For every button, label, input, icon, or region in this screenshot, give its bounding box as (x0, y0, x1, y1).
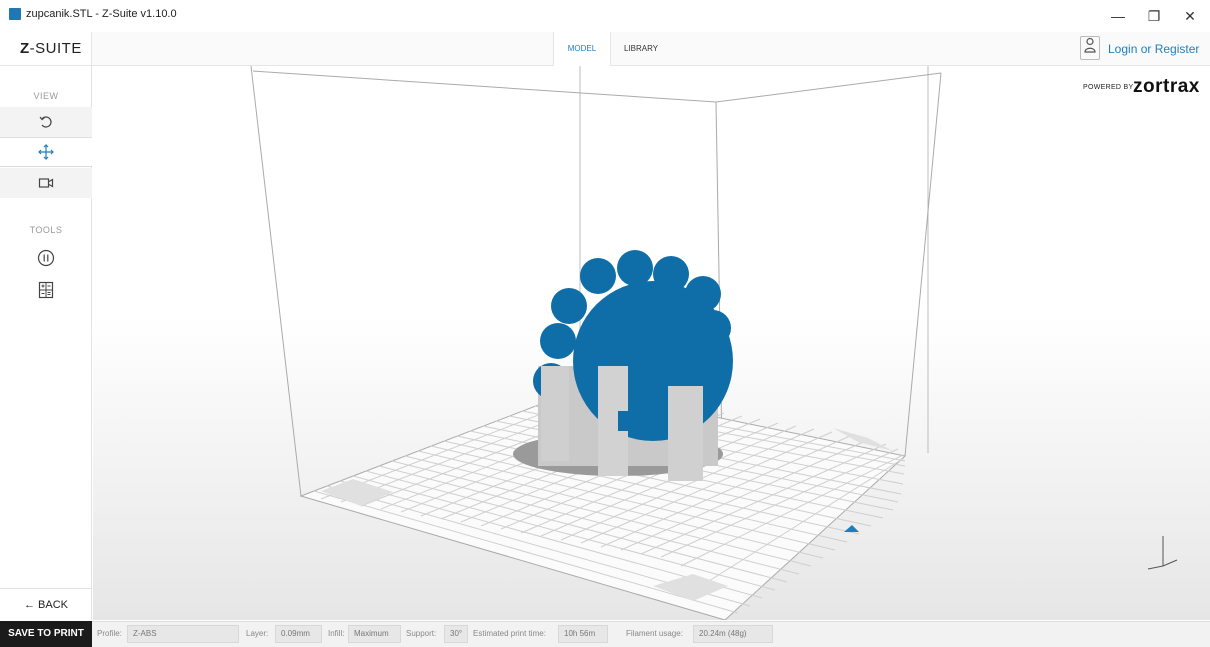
3d-viewport[interactable]: POWERED BY zortrax (93, 65, 1210, 621)
gear-model[interactable] (513, 250, 733, 481)
profile-field[interactable]: Z-ABS (127, 625, 239, 643)
title-bar: zupcanik.STL - Z-Suite v1.10.0 — ❐ ✕ (0, 0, 1210, 32)
camera-icon (38, 178, 54, 188)
minimize-button[interactable]: — (1102, 5, 1134, 27)
app-icon[interactable] (9, 8, 21, 20)
move-icon (38, 144, 54, 160)
infill-label: Infill: (328, 629, 345, 638)
layer-field[interactable]: 0.09mm (275, 625, 322, 643)
tab-library[interactable]: LIBRARY (611, 32, 671, 66)
view-label: VIEW (33, 91, 59, 101)
save-to-print-button[interactable]: SAVE TO PRINT (0, 621, 92, 647)
close-button[interactable]: ✕ (1174, 5, 1206, 27)
infill-field[interactable]: Maximum (348, 625, 401, 643)
tab-model[interactable]: MODEL (553, 32, 611, 66)
tools-label: TOOLS (29, 225, 63, 235)
support-field[interactable]: 30° (444, 625, 468, 643)
back-button[interactable]: ← BACK (0, 588, 92, 620)
profile-label: Profile: (97, 629, 122, 638)
layer-label: Layer: (246, 629, 269, 638)
sidebar: VIEW TOOLS (0, 66, 92, 620)
pause-tool-button[interactable] (0, 243, 92, 273)
print-time-field: 10h 56m (558, 625, 608, 643)
maximize-button[interactable]: ❐ (1138, 5, 1170, 27)
calculator-tool-button[interactable] (0, 275, 92, 305)
axis-gizmo (1147, 536, 1178, 570)
orientation-marker (844, 525, 859, 532)
camera-view-button[interactable] (0, 168, 92, 198)
pause-icon (37, 249, 55, 267)
support-label: Support: (406, 629, 437, 638)
user-icon[interactable] (1080, 36, 1100, 60)
z-suite-logo: Z-SUITE (0, 32, 92, 66)
zortrax-brand: zortrax (1133, 76, 1200, 97)
rotate-view-button[interactable] (0, 107, 92, 137)
print-time-label: Estimated print time: (473, 629, 546, 638)
powered-by-label: POWERED BY (1083, 84, 1134, 91)
window-title: zupcanik.STL - Z-Suite v1.10.0 (26, 8, 177, 20)
rotate-icon (39, 116, 52, 128)
filament-label: Filament usage: (626, 629, 683, 638)
filament-field: 20.24m (48g) (693, 625, 773, 643)
login-link[interactable]: Login or Register (1108, 42, 1199, 56)
build-volume (250, 65, 1178, 621)
calculator-icon (38, 281, 54, 299)
move-view-button[interactable] (0, 137, 92, 167)
